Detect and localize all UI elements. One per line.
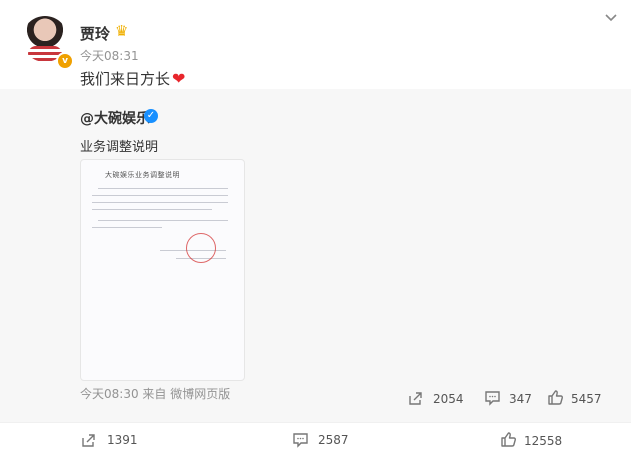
share-count[interactable]: 1391 <box>107 433 138 447</box>
repost-text: 业务调整说明 <box>80 140 159 155</box>
like-count[interactable]: 12558 <box>524 434 562 448</box>
comment-count[interactable]: 2587 <box>318 433 349 447</box>
share-icon[interactable] <box>407 390 423 406</box>
share-icon[interactable] <box>80 432 96 448</box>
like-count[interactable]: 5457 <box>571 392 602 406</box>
like-icon[interactable] <box>500 431 517 448</box>
comment-count[interactable]: 347 <box>509 392 532 406</box>
repost-count[interactable]: 2054 <box>433 392 464 406</box>
post-time[interactable]: 今天08:31 <box>80 47 139 64</box>
verified-icon: v <box>56 52 74 70</box>
verified-icon: ✓ <box>144 109 158 123</box>
comment-icon[interactable] <box>292 432 309 448</box>
document-title: 大碗娱乐业务调整说明 <box>105 171 180 179</box>
comment-icon[interactable] <box>484 390 501 406</box>
document-image[interactable] <box>80 159 245 381</box>
repost-author[interactable]: @大碗娱乐 <box>80 108 150 128</box>
crown-icon: ♛ <box>115 22 129 40</box>
author-name[interactable]: 贾玲 <box>80 23 110 44</box>
chevron-down-icon[interactable] <box>604 11 618 25</box>
like-icon[interactable] <box>547 389 564 406</box>
seal-stamp <box>186 233 216 263</box>
repost-meta[interactable]: 今天08:30 来自 微博网页版 <box>80 385 230 402</box>
divider <box>0 422 631 423</box>
post-text-content: 我们来日方长 <box>80 70 171 88</box>
post-text: 我们来日方长 ❤ <box>80 68 185 89</box>
heart-emoji: ❤ <box>172 69 186 88</box>
